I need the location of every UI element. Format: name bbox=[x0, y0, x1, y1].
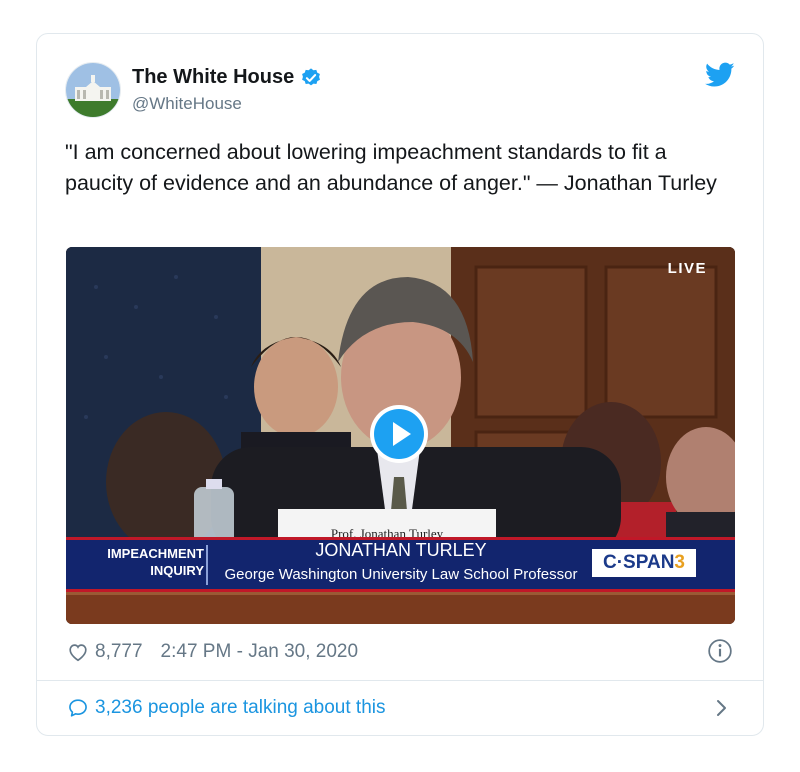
tweet-header: The White House @WhiteHouse bbox=[65, 62, 735, 122]
like-count[interactable]: 8,777 bbox=[95, 641, 143, 663]
verified-badge-icon bbox=[302, 67, 321, 85]
tweet-timestamp[interactable]: 2:47 PM - Jan 30, 2020 bbox=[161, 641, 359, 663]
divider bbox=[37, 680, 763, 681]
network-logo: C·SPAN 3 bbox=[592, 549, 696, 577]
author-handle[interactable]: @WhiteHouse bbox=[132, 94, 242, 114]
chevron-right-icon[interactable] bbox=[709, 696, 733, 720]
tweet-card: The White House @WhiteHouse "I am concer… bbox=[36, 33, 764, 736]
video-player[interactable]: Prof. Jonathan Turley LIVE IMPEACHMENT I… bbox=[66, 247, 735, 624]
live-badge: LIVE bbox=[667, 260, 707, 277]
author-name[interactable]: The White House bbox=[132, 66, 294, 89]
play-icon bbox=[374, 409, 424, 459]
conversation-count[interactable]: 3,236 people are talking about this bbox=[95, 697, 386, 719]
play-button[interactable] bbox=[370, 405, 428, 463]
conversation-link[interactable]: 3,236 people are talking about this bbox=[67, 694, 386, 722]
placard-text: Prof. Jonathan Turley bbox=[330, 526, 444, 537]
heart-icon[interactable] bbox=[67, 641, 89, 663]
chyron-program-line2: INQUIRY bbox=[150, 563, 204, 578]
white-house-image bbox=[66, 63, 120, 117]
twitter-bird-icon[interactable] bbox=[705, 62, 735, 88]
chyron-name: JONATHAN TURLEY bbox=[315, 540, 487, 560]
chyron-program: IMPEACHMENT INQUIRY bbox=[98, 545, 204, 583]
network-number: 3 bbox=[674, 552, 685, 573]
tweet-stats: 8,777 2:47 PM - Jan 30, 2020 bbox=[67, 638, 358, 666]
author-line: The White House bbox=[132, 66, 322, 89]
chyron: IMPEACHMENT INQUIRY JONATHAN TURLEY Geor… bbox=[66, 537, 735, 591]
avatar[interactable] bbox=[65, 62, 121, 118]
info-icon[interactable] bbox=[707, 638, 733, 664]
chyron-title: George Washington University Law School … bbox=[224, 566, 578, 583]
comment-icon bbox=[69, 699, 87, 717]
tweet-text: "I am concerned about lowering impeachme… bbox=[65, 140, 717, 195]
network-text: C·SPAN bbox=[602, 552, 675, 573]
chyron-program-line1: IMPEACHMENT bbox=[107, 546, 204, 561]
